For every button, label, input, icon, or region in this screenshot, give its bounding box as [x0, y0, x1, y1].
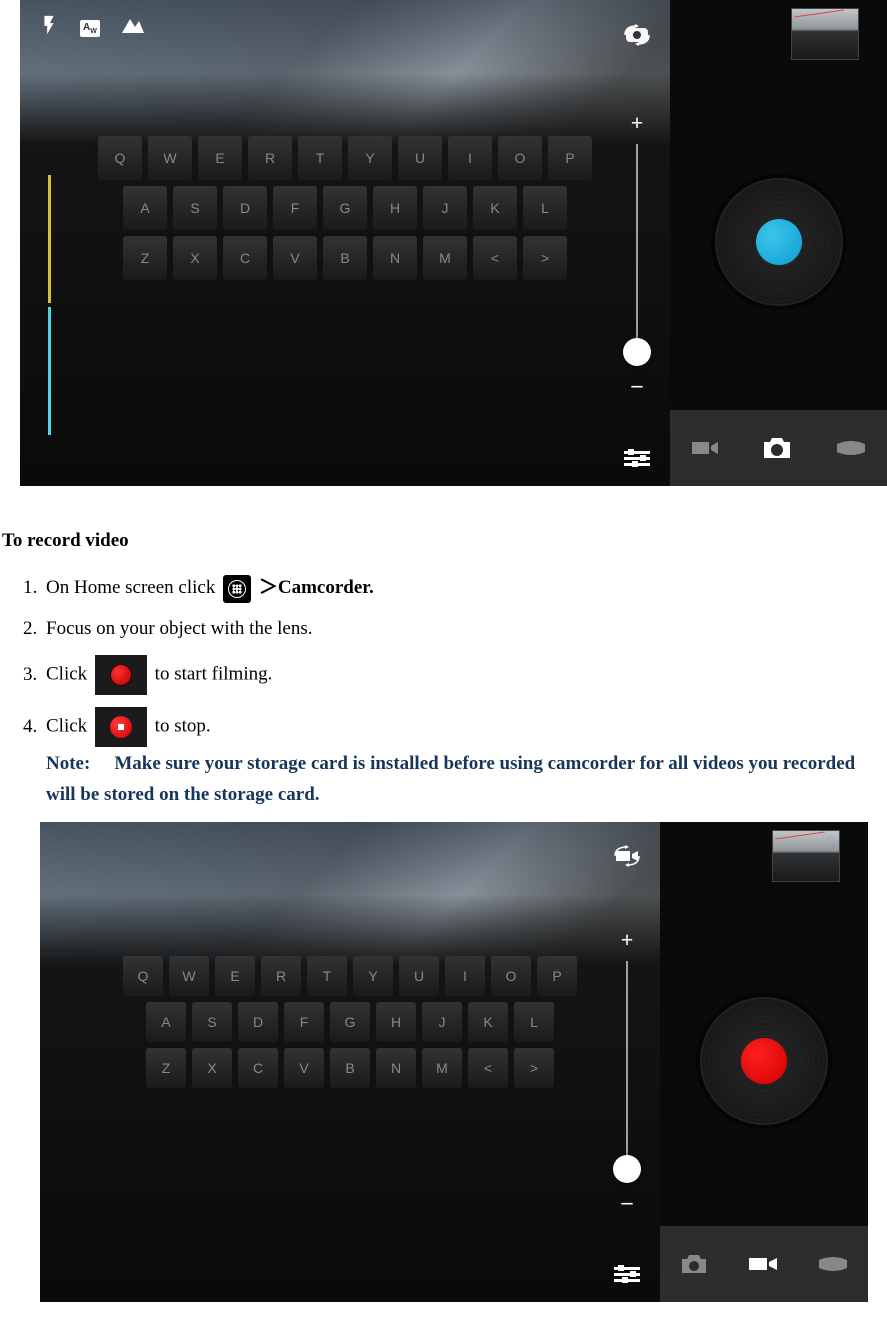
zoom-in-icon[interactable]: + [631, 110, 644, 136]
photo-mode-icon[interactable] [679, 1252, 709, 1276]
camera-sidebar [670, 0, 887, 486]
zoom-in-icon[interactable]: + [621, 927, 634, 953]
record-button[interactable] [700, 997, 828, 1125]
zoom-slider[interactable]: + – [621, 927, 634, 1215]
camera-screenshot: QWERTYUIOP ASDFGHJKL ZXCVBNM<> AW [20, 0, 887, 486]
white-balance-badge[interactable]: AW [80, 20, 100, 37]
note-body: Make sure your storage card is installed… [46, 753, 855, 804]
zoom-slider[interactable]: + – [631, 110, 644, 398]
shutter-button[interactable] [715, 178, 843, 306]
section-heading: To record video [2, 530, 887, 552]
viewfinder[interactable]: QWERTYUIOP ASDFGHJKL ZXCVBNM<> AW [20, 0, 670, 486]
zoom-out-icon[interactable]: – [631, 372, 642, 398]
note: Note:Make sure your storage card is inst… [46, 749, 887, 810]
mode-switcher [660, 1226, 868, 1302]
panorama-mode-icon[interactable] [835, 440, 867, 456]
exposure-indicator [48, 175, 51, 435]
step-3: Click to start filming. [42, 655, 887, 695]
shutter-indicator-record [741, 1038, 787, 1084]
video-mode-icon[interactable] [690, 438, 720, 458]
apps-drawer-icon [223, 575, 251, 603]
step-1: On Home screen click ＞Camcorder. [42, 574, 887, 603]
last-photo-thumbnail[interactable] [772, 830, 840, 882]
step-4: Click to stop. Note:Make sure your stora… [42, 707, 887, 810]
last-photo-thumbnail[interactable] [791, 8, 859, 60]
scene-mode-icon[interactable] [120, 15, 146, 41]
camcorder-screenshot: QWERTYUIOP ASDFGHJKL ZXCVBNM<> + – [40, 822, 887, 1302]
step-2: Focus on your object with the lens. [42, 615, 887, 644]
settings-icon[interactable] [624, 451, 650, 466]
viewfinder[interactable]: QWERTYUIOP ASDFGHJKL ZXCVBNM<> + – [40, 822, 660, 1302]
camcorder-sidebar [660, 822, 868, 1302]
record-start-icon [95, 655, 147, 695]
video-mode-icon[interactable] [747, 1254, 779, 1274]
note-label: Note: [46, 753, 90, 774]
top-left-indicators: AW [38, 14, 146, 42]
panorama-mode-icon[interactable] [817, 1256, 849, 1272]
settings-icon[interactable] [614, 1267, 640, 1282]
flash-auto-icon[interactable] [38, 14, 60, 42]
mode-switcher [670, 410, 887, 486]
shutter-indicator-photo [756, 219, 802, 265]
zoom-handle[interactable] [623, 338, 651, 366]
zoom-track[interactable] [636, 144, 638, 364]
switch-camera-icon[interactable] [620, 20, 654, 57]
zoom-track[interactable] [626, 961, 628, 1181]
instructions: To record video On Home screen click ＞Ca… [0, 486, 887, 810]
zoom-handle[interactable] [613, 1155, 641, 1183]
zoom-out-icon[interactable]: – [621, 1189, 632, 1215]
photo-mode-icon[interactable] [760, 434, 794, 462]
switch-camera-icon[interactable] [610, 842, 644, 876]
record-stop-icon [95, 707, 147, 747]
